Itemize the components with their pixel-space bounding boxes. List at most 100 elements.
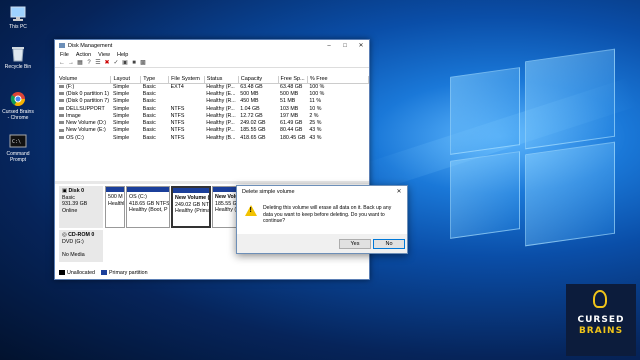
- forward-icon[interactable]: →: [68, 60, 74, 66]
- partition-bar: [173, 188, 209, 193]
- desktop-icon-recycle-bin[interactable]: Recycle Bin: [2, 46, 34, 70]
- volume-name: (F:): [57, 83, 111, 90]
- partition-efi[interactable]: 500 M Healthl: [105, 186, 125, 228]
- volume-row[interactable]: (F:) Simple Basic EXT4 Healthy (P... 63.48 GB…: [57, 83, 369, 90]
- volume-type: Basic: [142, 120, 156, 127]
- volume-table: Volume Layout Type File System Status Ca…: [57, 76, 370, 141]
- col-capacity[interactable]: Capacity: [238, 76, 279, 84]
- brand-line2: BRAINS: [578, 326, 624, 336]
- disk-0-label[interactable]: ▣ Disk 0 Basic 931.39 GB Online: [59, 186, 103, 228]
- volume-row[interactable]: Image Simple Basic NTFS Healthy (R... 12.72 G…: [57, 112, 369, 119]
- menu-help[interactable]: Help: [117, 52, 128, 58]
- volume-name: New Volume (E:): [57, 127, 111, 134]
- volume-percent-free: 10 %: [309, 105, 322, 112]
- no-button[interactable]: No: [373, 239, 405, 249]
- volume-percent-free: 2 %: [309, 112, 319, 119]
- volume-type: Basic: [142, 105, 156, 112]
- wallpaper-logo-pane: [525, 141, 615, 247]
- desktop-icon-command-prompt[interactable]: C:\ Command Prompt: [2, 133, 34, 163]
- desktop-icon-label: Cursed Brains - Chrome: [2, 109, 34, 121]
- partition-name: New Volume (: [215, 194, 239, 200]
- cdrom-0-label[interactable]: ◎ CD-ROM 0 DVD (G:) No Media: [59, 230, 103, 262]
- lightbulb-icon: [593, 290, 607, 308]
- volume-row[interactable]: New Volume (E:) Simple Basic NTFS Healthy (P…: [57, 127, 369, 134]
- volume-status: Healthy (B...: [206, 134, 236, 141]
- dialog-close-icon[interactable]: ✕: [391, 188, 407, 195]
- partition-os-c[interactable]: OS (C:) 418.65 GB NTFS Healthy (Boot, P: [126, 186, 170, 228]
- volume-free-space: 180.45 GB: [280, 134, 306, 141]
- pane-splitter[interactable]: [55, 181, 369, 184]
- volume-percent-free: 43 %: [309, 127, 322, 134]
- volume-capacity: 12.72 GB: [240, 112, 263, 119]
- menu-file[interactable]: File: [60, 52, 69, 58]
- volume-free-space: 103 MB: [280, 105, 299, 112]
- volume-capacity: 418.65 GB: [240, 134, 266, 141]
- open-icon[interactable]: ■: [131, 60, 137, 66]
- volume-table-header: Volume Layout Type File System Status Ca…: [57, 76, 370, 84]
- col-percent-free[interactable]: % Free: [307, 76, 370, 84]
- volume-free-space: 61.49 GB: [280, 120, 303, 127]
- col-status[interactable]: Status: [204, 76, 239, 84]
- help-icon[interactable]: ?: [86, 60, 92, 66]
- partition-new-volume-d[interactable]: New Volume ( 249.02 GB NTFS Healthy (Pri…: [171, 186, 211, 228]
- col-layout[interactable]: Layout: [110, 76, 142, 84]
- disk-management-icon: [59, 43, 65, 48]
- partition-status: Healthy (Primar: [215, 207, 239, 213]
- window-titlebar[interactable]: Disk Management – □ ✕: [55, 40, 369, 51]
- volume-name-text: OS (C:): [66, 134, 84, 141]
- volume-percent-free: 25 %: [309, 120, 322, 127]
- desktop-icon-this-pc[interactable]: This PC: [2, 6, 34, 30]
- volume-type: Basic: [142, 90, 156, 97]
- menu-bar: File Action View Help: [55, 51, 369, 59]
- volume-file-system: NTFS: [170, 127, 185, 134]
- grid-icon[interactable]: ▦: [77, 60, 83, 66]
- back-icon[interactable]: ←: [59, 60, 65, 66]
- col-type[interactable]: Type: [140, 76, 170, 84]
- menu-view[interactable]: View: [98, 52, 110, 58]
- dialog-title: Delete simple volume: [242, 188, 295, 195]
- minimize-icon[interactable]: –: [321, 43, 337, 49]
- list-icon[interactable]: ☰: [95, 60, 101, 66]
- volume-percent-free: 11 %: [309, 98, 322, 105]
- volume-row[interactable]: (Disk 0 partition 7) Simple Basic Healthy (…: [57, 98, 369, 105]
- folder-icon[interactable]: ▣: [122, 60, 128, 66]
- desktop-icon-chrome[interactable]: Cursed Brains - Chrome: [2, 91, 34, 121]
- volume-file-system: [169, 98, 205, 105]
- volume-layout: Simple: [112, 120, 130, 127]
- volume-capacity: 185.55 GB: [240, 127, 266, 134]
- disk-0-status: Online: [62, 207, 78, 214]
- col-free-space[interactable]: Free Sp...: [278, 76, 308, 84]
- col-file-system[interactable]: File System: [168, 76, 205, 84]
- legend-swatch: [59, 270, 65, 276]
- cursed-brains-logo: CURSED BRAINS: [566, 284, 636, 356]
- cdrom-0-status: No Media: [62, 251, 85, 258]
- legend-label: Unallocated: [67, 270, 95, 276]
- check-icon[interactable]: ✓: [113, 60, 119, 66]
- volume-name-text: Image: [66, 112, 81, 119]
- dialog-titlebar[interactable]: Delete simple volume ✕: [237, 186, 407, 197]
- volume-free-space: 51 MB: [280, 98, 296, 105]
- volume-status: Healthy (P...: [206, 120, 235, 127]
- volume-name: (Disk 0 partition 1): [57, 90, 111, 97]
- volume-capacity: 249.02 GB: [240, 120, 266, 127]
- partition-bar: [106, 187, 124, 192]
- window-title: Disk Management: [68, 42, 113, 49]
- legend-swatch: [100, 270, 107, 276]
- volume-row[interactable]: New Volume (D:) Simple Basic NTFS Healthy (P…: [57, 119, 369, 126]
- volume-row[interactable]: OS (C:) Simple Basic NTFS Healthy (B... 418.6…: [57, 134, 369, 141]
- yes-button[interactable]: Yes: [339, 239, 371, 249]
- volume-row[interactable]: (Disk 0 partition 1) Simple Basic Healthy (…: [57, 90, 369, 97]
- volume-row[interactable]: DELLSUPPORT Simple Basic NTFS Healthy (P... 1…: [57, 105, 369, 112]
- volume-percent-free: 43 %: [309, 134, 322, 141]
- close-icon[interactable]: ✕: [353, 42, 369, 49]
- delete-icon[interactable]: ✖: [104, 60, 110, 66]
- volume-file-system: [169, 90, 205, 97]
- volume-layout: Simple: [112, 83, 130, 90]
- volume-type: Basic: [142, 134, 156, 141]
- volume-file-system: NTFS: [170, 112, 185, 119]
- desktop-icon-label: This PC: [9, 24, 27, 30]
- properties-icon[interactable]: ▩: [140, 60, 146, 66]
- col-volume[interactable]: Volume: [57, 76, 112, 84]
- maximize-icon[interactable]: □: [337, 43, 353, 49]
- menu-action[interactable]: Action: [76, 52, 91, 58]
